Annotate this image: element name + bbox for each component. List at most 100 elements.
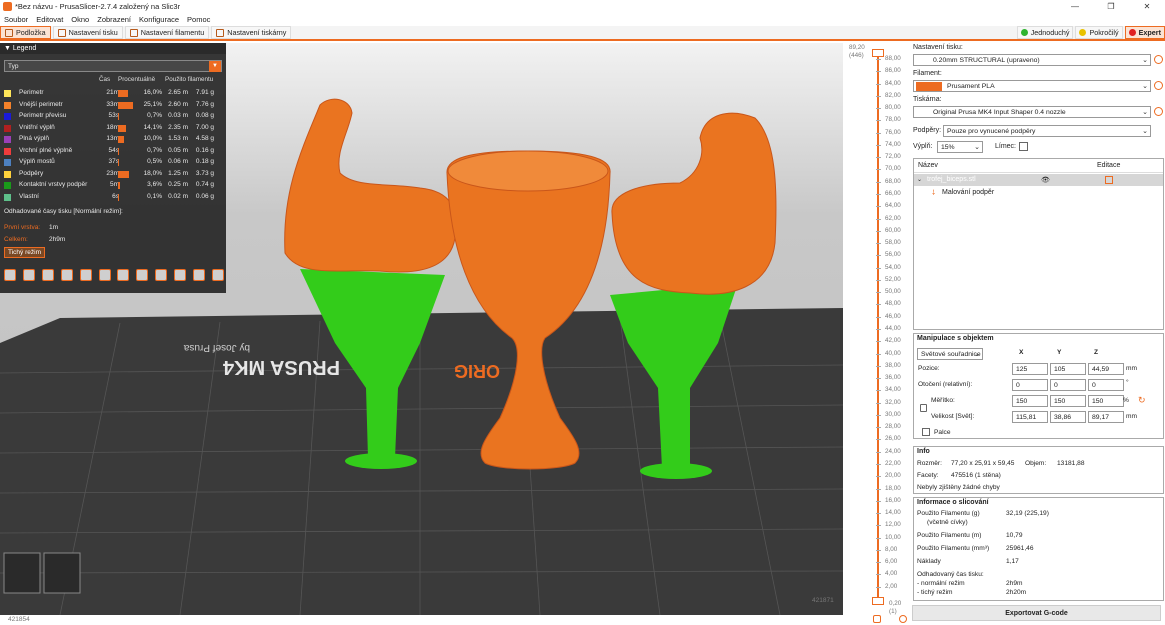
red-dot-icon: [1128, 29, 1136, 36]
legend-row-meters: 0.25 m: [168, 181, 188, 188]
slider-tick-label: 4,00: [885, 570, 898, 578]
shells-icon[interactable]: [193, 269, 206, 281]
center-of-gravity-icon[interactable]: [174, 269, 187, 281]
menu-file[interactable]: Soubor: [4, 15, 28, 24]
seams-icon[interactable]: [79, 269, 92, 281]
minimize-button[interactable]: —: [1057, 0, 1093, 13]
3d-view-toggle[interactable]: [3, 552, 41, 594]
legend-row[interactable]: Kontaktní vrstvy podpěr 5m 3,6% 0.25 m 0.74 …: [4, 180, 224, 191]
layer-slider[interactable]: 89,20 (446) 88,00 86,00 84,00 82,00 80,00 78,…: [843, 43, 909, 625]
rotation-z-input[interactable]: 0: [1088, 379, 1124, 391]
coordinates-select[interactable]: Světové souřadnice ⌄: [917, 348, 983, 360]
object-row[interactable]: ⌄ trofej_biceps.stl 👁: [914, 174, 1163, 186]
size-y-input[interactable]: 38,86: [1050, 411, 1086, 423]
slider-tick-mark: [876, 353, 881, 355]
close-button[interactable]: ✕: [1129, 0, 1165, 13]
legend-row[interactable]: Podpěry 23m 18,0% 1.25 m 3.73 g: [4, 169, 224, 180]
scale-x-input[interactable]: 150: [1012, 395, 1048, 407]
size-x-input[interactable]: 115,81: [1012, 411, 1048, 423]
legend-row-time: 5m: [109, 181, 119, 188]
scale-z-input[interactable]: 150: [1088, 395, 1124, 407]
menu-configuration[interactable]: Konfigurace: [139, 15, 179, 24]
preview-view-toggle[interactable]: [43, 552, 81, 594]
menu-window[interactable]: Okno: [71, 15, 89, 24]
legend-row[interactable]: Perimetr 21m 16,0% 2.65 m 7.91 g: [4, 88, 224, 99]
legend-row[interactable]: Perimetr převisu 53s 0,7% 0.03 m 0.08 g: [4, 111, 224, 122]
deretractions-icon[interactable]: [60, 269, 73, 281]
lock-icon[interactable]: [920, 404, 927, 412]
mode-advanced[interactable]: Pokročilý: [1075, 26, 1123, 39]
eye-icon[interactable]: 👁: [1041, 176, 1050, 184]
printer-gear-icon[interactable]: [1154, 107, 1163, 116]
silent-mode-value: 2h20m: [1006, 589, 1027, 596]
filament-select[interactable]: Prusament PLA ⌄: [913, 80, 1151, 92]
size-z-input[interactable]: 89,17: [1088, 411, 1124, 423]
slider-upper-thumb[interactable]: [872, 49, 884, 57]
filament-gear-icon[interactable]: [1154, 81, 1163, 90]
tab-printer-settings[interactable]: Nastavení tiskárny: [211, 26, 292, 39]
rotation-y-input[interactable]: 0: [1050, 379, 1086, 391]
size-unit: mm: [1126, 413, 1137, 420]
mode-simple[interactable]: Jednoduchý: [1016, 26, 1074, 39]
legend-row-grams: 0.06 g: [195, 192, 214, 200]
export-gcode-button[interactable]: Exportovat G-code: [912, 605, 1161, 621]
size-label: Velikost [Svět]:: [931, 413, 975, 420]
dropdown-arrow-icon: ▼: [209, 61, 221, 72]
tool-changes-icon[interactable]: [98, 269, 111, 281]
position-x-input[interactable]: 125: [1012, 363, 1048, 375]
rotation-x-input[interactable]: 0: [1012, 379, 1048, 391]
legend-row[interactable]: Plná výplň 13m 10,0% 1.53 m 4.58 g: [4, 134, 224, 145]
expand-icon[interactable]: ⌄: [917, 176, 922, 183]
legend-view-type-select[interactable]: Typ ▼: [4, 60, 222, 72]
legend-row[interactable]: Výplň mostů 37s 0,5% 0.06 m 0.18 g: [4, 157, 224, 168]
legend-row-percent: 18,0%: [143, 169, 162, 177]
legend-row-time: 23m: [106, 169, 119, 177]
mode-expert[interactable]: Expert: [1124, 26, 1165, 39]
color-changes-icon[interactable]: [117, 269, 130, 281]
legend-row[interactable]: Vnitřní výplň 18m 14,1% 2.35 m 7.00 g: [4, 123, 224, 134]
printer-select[interactable]: Original Prusa MK4 Input Shaper 0.4 nozz…: [913, 106, 1151, 118]
slider-tick-mark: [876, 513, 881, 515]
custom-gcode-icon[interactable]: [155, 269, 168, 281]
legend-header[interactable]: ▼ Legend: [0, 43, 226, 54]
pause-icon[interactable]: [136, 269, 149, 281]
travel-icon[interactable]: [4, 269, 16, 281]
object-list[interactable]: Název Editace ⌄ trofej_biceps.stl 👁 ⸸ Ma…: [913, 158, 1164, 330]
brim-checkbox[interactable]: [1019, 142, 1028, 151]
print-settings-select[interactable]: 0.20mm STRUCTURAL (upraveno) ⌄: [913, 54, 1151, 66]
retractions-icon[interactable]: [41, 269, 54, 281]
cog-icon[interactable]: [899, 615, 907, 623]
edit-icon[interactable]: [1105, 176, 1113, 184]
legend-row-name: Vnitřní výplň: [19, 123, 55, 131]
legend-row[interactable]: Vrchní plné výplně 54s 0,7% 0.05 m 0.16 g: [4, 146, 224, 157]
plater-icon: [5, 28, 13, 37]
reset-scale-icon[interactable]: ↻: [1138, 395, 1146, 406]
position-z-input[interactable]: 44,59: [1088, 363, 1124, 375]
slider-tick-label: 38,00: [885, 361, 901, 369]
object-sub-row[interactable]: ⸸ Malování podpěr: [932, 188, 1132, 200]
position-y-input[interactable]: 105: [1050, 363, 1086, 375]
tab-plater[interactable]: Podložka: [0, 26, 51, 39]
scale-y-input[interactable]: 150: [1050, 395, 1086, 407]
tool-marker-icon[interactable]: [211, 269, 224, 281]
maximize-button[interactable]: ❐: [1093, 0, 1129, 13]
slider-lower-thumb[interactable]: [872, 597, 884, 605]
inches-checkbox[interactable]: [922, 428, 930, 436]
legend-row-time: 54s: [108, 146, 119, 154]
legend-row[interactable]: Vnější perimetr 33m 25,1% 2.60 m 7.76 g: [4, 100, 224, 111]
menu-view[interactable]: Zobrazení: [97, 15, 131, 24]
slider-tick-mark: [876, 476, 881, 478]
slider-tick-label: 54,00: [885, 263, 901, 271]
supports-select[interactable]: Pouze pro vynucené podpěry ⌄: [943, 125, 1151, 137]
menu-edit[interactable]: Editovat: [36, 15, 63, 24]
wipe-icon[interactable]: [22, 269, 35, 281]
tab-print-settings[interactable]: Nastavení tisku: [52, 26, 123, 39]
silent-mode-button[interactable]: Tichý režim: [4, 247, 45, 258]
menu-help[interactable]: Pomoc: [187, 15, 210, 24]
tab-filament-settings[interactable]: Nastavení filamentu: [124, 26, 210, 39]
first-layer-key: První vrstva:: [4, 224, 41, 231]
lock-icon[interactable]: [873, 615, 881, 623]
legend-row[interactable]: Vlastní 6s 0,1% 0.02 m 0.06 g: [4, 192, 224, 203]
infill-select[interactable]: 15% ⌄: [937, 141, 983, 153]
print-settings-gear-icon[interactable]: [1154, 55, 1163, 64]
